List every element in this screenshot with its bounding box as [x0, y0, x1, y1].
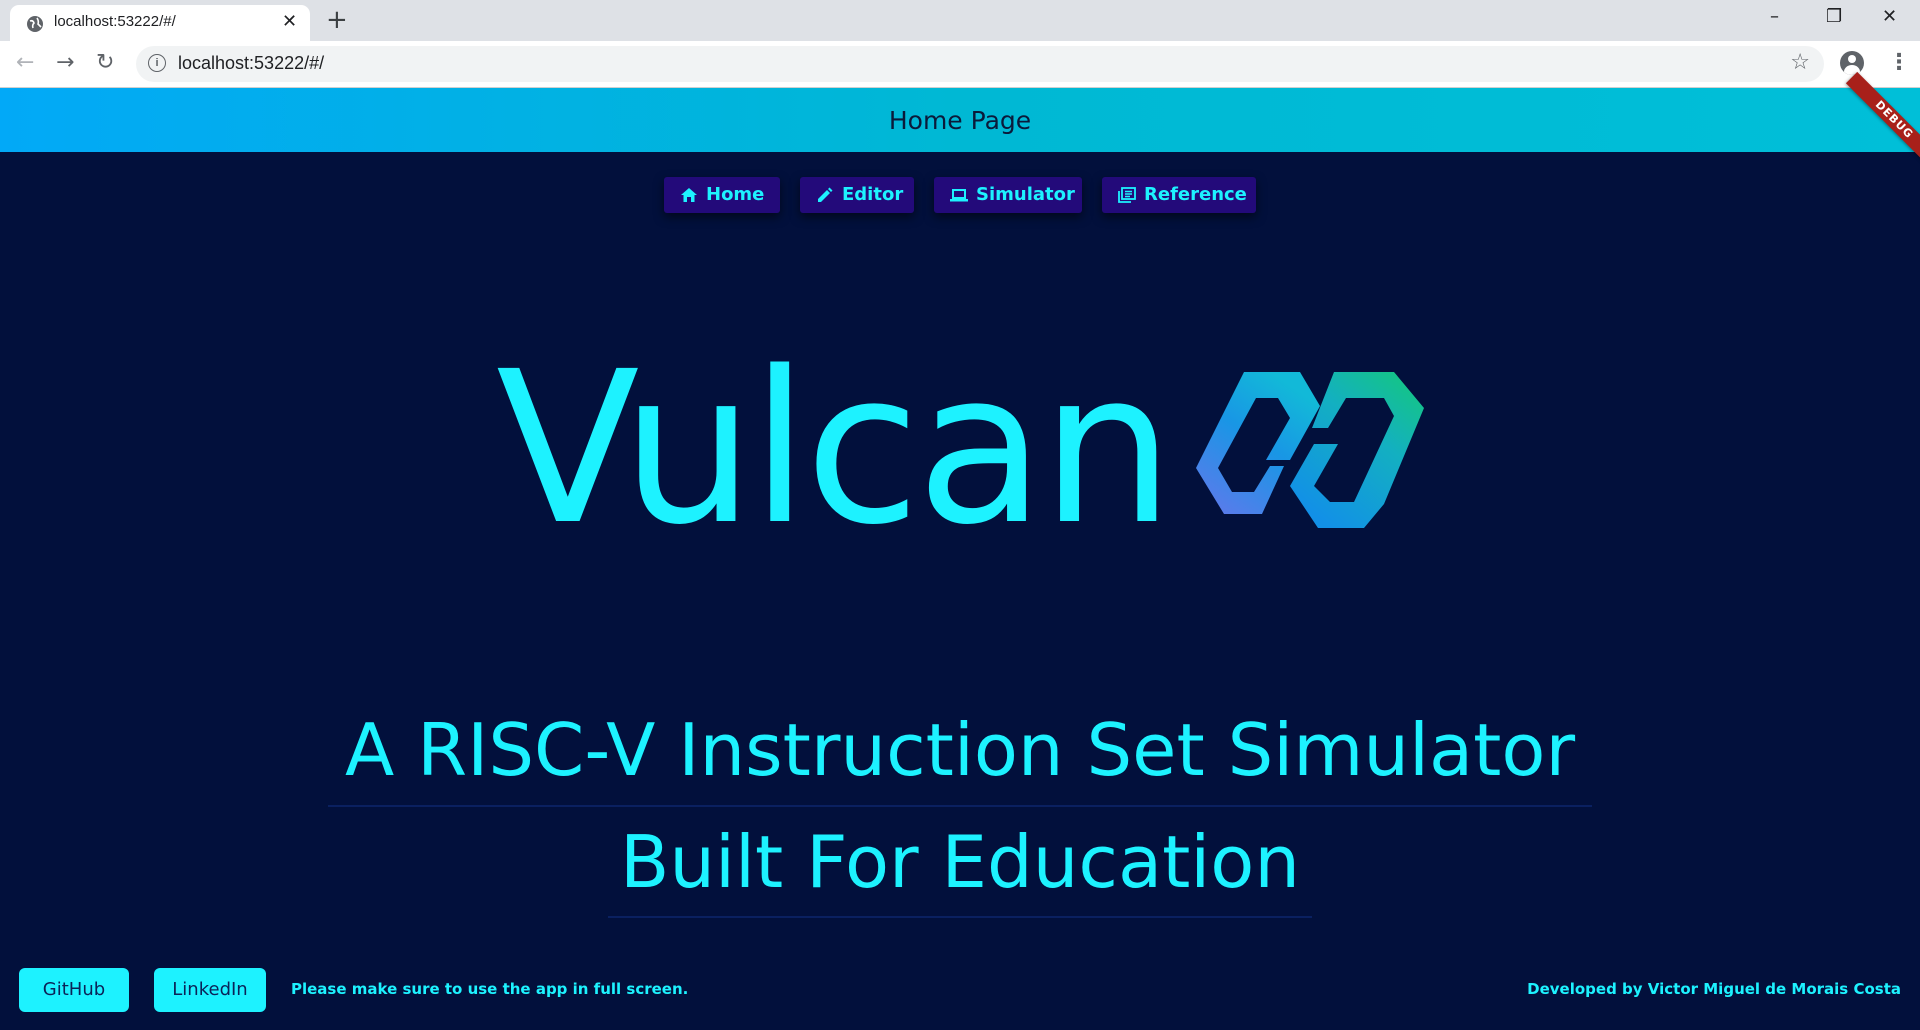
nav-home-button[interactable]: Home	[664, 177, 780, 213]
browser-toolbar: ← → ↻ i localhost:53222/#/ ☆ ⋮	[0, 41, 1920, 88]
page-title: Home Page	[888, 106, 1032, 135]
nav-simulator-label: Simulator	[976, 184, 1075, 205]
tab-close-icon[interactable]: ✕	[282, 13, 297, 31]
nav-editor-button[interactable]: Editor	[800, 177, 914, 213]
tab-title: localhost:53222/#/	[54, 13, 176, 30]
tagline-secondary: Built For Education	[620, 820, 1300, 904]
new-tab-button[interactable]: +	[326, 6, 348, 34]
fullscreen-note: Please make sure to use the app in full …	[291, 980, 689, 998]
home-icon	[681, 188, 697, 202]
bookmark-star-icon[interactable]: ☆	[1790, 50, 1810, 75]
tagline-secondary-underline	[608, 916, 1312, 918]
main-navigation: Home Editor Simulator Reference	[0, 177, 1920, 213]
tagline-primary: A RISC-V Instruction Set Simulator	[344, 708, 1576, 792]
profile-avatar-icon[interactable]	[1840, 51, 1864, 75]
forward-icon[interactable]: →	[56, 50, 74, 76]
app-bar: Home Page	[0, 88, 1920, 152]
nav-home-label: Home	[706, 184, 765, 205]
logo-wordmark: Vulcan	[496, 326, 1174, 571]
address-bar[interactable]: i localhost:53222/#/ ☆	[136, 46, 1824, 82]
laptop-icon	[950, 189, 968, 202]
browser-tab[interactable]: localhost:53222/#/ ✕	[10, 5, 310, 41]
info-icon[interactable]: i	[148, 54, 166, 72]
browser-menu-icon[interactable]: ⋮	[1888, 51, 1910, 75]
pencil-icon	[818, 187, 833, 202]
linkedin-button[interactable]: LinkedIn	[154, 968, 266, 1012]
nav-simulator-button[interactable]: Simulator	[934, 177, 1082, 213]
library-books-icon	[1118, 187, 1136, 203]
nav-reference-label: Reference	[1144, 184, 1247, 205]
nav-editor-label: Editor	[842, 184, 904, 205]
nav-reference-button[interactable]: Reference	[1102, 177, 1256, 213]
tagline-primary-underline	[328, 805, 1592, 807]
globe-icon	[27, 16, 43, 32]
github-button[interactable]: GitHub	[19, 968, 129, 1012]
developer-credit: Developed by Victor Miguel de Morais Cos…	[1527, 980, 1901, 998]
url-text[interactable]: localhost:53222/#/	[178, 53, 324, 74]
minimize-icon[interactable]: –	[1770, 6, 1779, 28]
restore-icon[interactable]: ❐	[1826, 6, 1842, 28]
back-icon[interactable]: ←	[16, 50, 34, 76]
vulcan-logo-icon	[1196, 372, 1424, 528]
reload-icon[interactable]: ↻	[96, 50, 114, 76]
browser-tab-bar: localhost:53222/#/ ✕ + – ❐ ✕	[0, 0, 1920, 41]
close-window-icon[interactable]: ✕	[1882, 6, 1897, 28]
